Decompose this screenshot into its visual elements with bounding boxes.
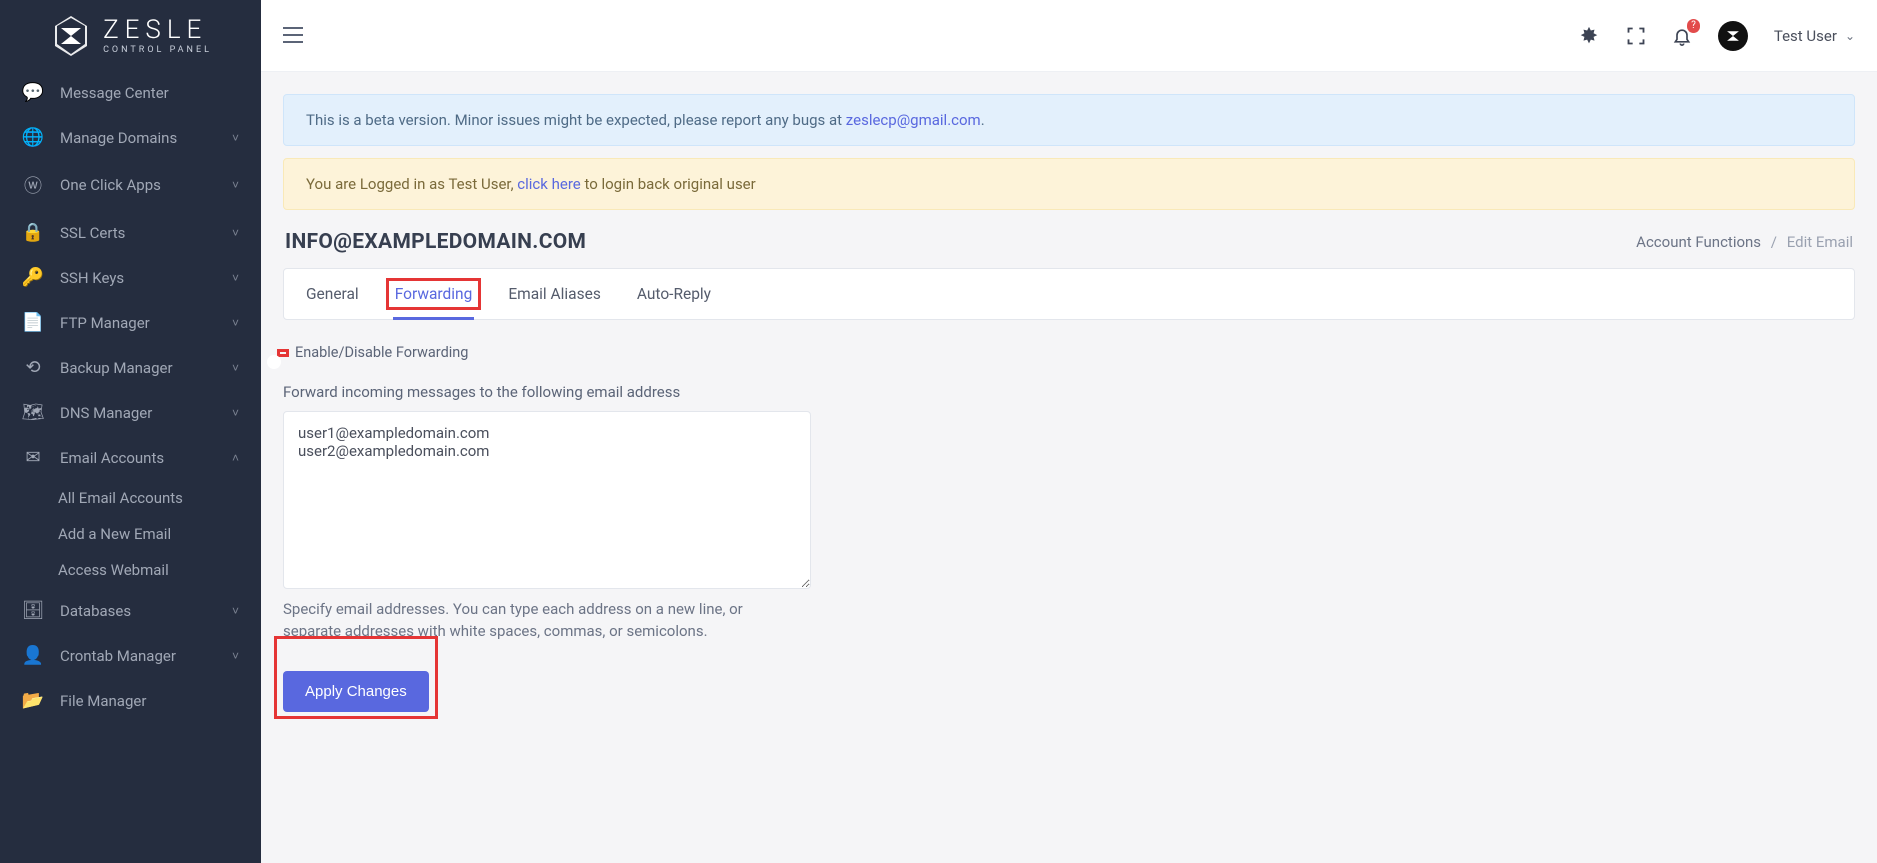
breadcrumb: Account Functions / Edit Email (1636, 233, 1853, 251)
tabs: General Forwarding Email Aliases Auto-Reply (283, 268, 1855, 320)
content: This is a beta version. Minor issues mig… (261, 72, 1877, 863)
sidebar-item-label: FTP Manager (60, 314, 216, 332)
mail-icon: ✉ (22, 447, 44, 468)
tab-general[interactable]: General (304, 269, 361, 319)
tab-email-aliases[interactable]: Email Aliases (506, 269, 603, 319)
sidebar-item-label: One Click Apps (60, 176, 216, 194)
main: ? Test User ⌄ This is a beta version. Mi… (261, 0, 1877, 863)
file-icon: 📄 (22, 312, 44, 333)
sidebar-item-databases[interactable]: 🗄 Databases ˅ (0, 588, 261, 633)
user-cog-icon: 👤 (22, 645, 44, 666)
topbar: ? Test User ⌄ (261, 0, 1877, 72)
apply-changes-button[interactable]: Apply Changes (283, 671, 429, 712)
help-text: Specify email addresses. You can type ea… (283, 599, 803, 643)
username-label[interactable]: Test User (1774, 27, 1837, 45)
alert-impersonation: You are Logged in as Test User, click he… (283, 158, 1855, 210)
sidebar-item-dns-manager[interactable]: 🗺 DNS Manager ˅ (0, 390, 261, 435)
folder-icon: 📂 (22, 690, 44, 711)
sidebar-item-label: Backup Manager (60, 359, 216, 377)
alert-text: . (981, 111, 985, 129)
breadcrumb-sep: / (1771, 233, 1777, 251)
sidebar-item-label: DNS Manager (60, 404, 216, 422)
fullscreen-icon[interactable] (1626, 26, 1646, 46)
brand-name: ZESLE (103, 15, 207, 45)
globe-icon: 🌐 (22, 127, 44, 148)
sidebar-item-crontab-manager[interactable]: 👤 Crontab Manager ˅ (0, 633, 261, 678)
page-title: INFO@EXAMPLEDOMAIN.COM (285, 230, 586, 254)
chevron-down-icon: ˅ (232, 226, 239, 240)
user-menu-chevron-icon[interactable]: ⌄ (1845, 29, 1855, 43)
database-icon: 🗄 (22, 600, 44, 621)
sidebar-item-message-center[interactable]: 💬 Message Center (0, 70, 261, 115)
sidebar-item-ssl-certs[interactable]: 🔒 SSL Certs ˅ (0, 210, 261, 255)
sidebar-item-backup-manager[interactable]: ⟲ Backup Manager ˅ (0, 345, 261, 390)
notification-badge: ? (1687, 19, 1700, 33)
alert-text: You are Logged in as Test User, (306, 175, 517, 193)
alert-link[interactable]: click here (517, 175, 580, 193)
tab-forwarding[interactable]: Forwarding (393, 269, 475, 319)
sidebar-item-label: SSH Keys (60, 269, 216, 287)
forward-textarea[interactable] (283, 411, 811, 589)
alert-link[interactable]: zeslecp@gmail.com (846, 111, 981, 129)
page-header: INFO@EXAMPLEDOMAIN.COM Account Functions… (285, 230, 1853, 254)
sidebar: ZESLE CONTROL PANEL 💬 Message Center 🌐 Mana… (0, 0, 261, 863)
lock-icon: 🔒 (22, 222, 44, 243)
wordpress-icon: ⓦ (22, 172, 44, 198)
chevron-down-icon: ˅ (232, 316, 239, 330)
sidebar-subitem-access-webmail[interactable]: Access Webmail (0, 552, 261, 588)
brand-logo[interactable]: ZESLE CONTROL PANEL (0, 4, 261, 70)
chevron-down-icon: ˅ (232, 131, 239, 145)
chevron-down-icon: ˅ (232, 271, 239, 285)
breadcrumb-current: Edit Email (1787, 233, 1853, 251)
sidebar-item-ftp-manager[interactable]: 📄 FTP Manager ˅ (0, 300, 261, 345)
brand-subtitle: CONTROL PANEL (103, 45, 212, 55)
sidebar-item-label: Email Accounts (60, 449, 216, 467)
highlight-box: Forwarding (395, 285, 473, 303)
key-icon: 🔑 (22, 267, 44, 288)
sidebar-item-label: SSL Certs (60, 224, 216, 242)
chevron-down-icon: ˅ (232, 649, 239, 663)
chat-icon: 💬 (22, 82, 44, 103)
sidebar-item-email-accounts[interactable]: ✉ Email Accounts ˄ (0, 435, 261, 480)
alert-text: This is a beta version. Minor issues mig… (306, 111, 846, 129)
alert-beta: This is a beta version. Minor issues mig… (283, 94, 1855, 146)
chevron-down-icon: ˅ (232, 361, 239, 375)
chevron-up-icon: ˄ (232, 451, 239, 465)
alert-text: to login back original user (581, 175, 756, 193)
chevron-down-icon: ˅ (232, 178, 239, 192)
sidebar-item-label: Databases (60, 602, 216, 620)
toggle-label: Enable/Disable Forwarding (295, 344, 468, 361)
avatar[interactable] (1718, 21, 1748, 51)
sidebar-subitem-add-a-new-email[interactable]: Add a New Email (0, 516, 261, 552)
hamburger-icon[interactable] (283, 24, 303, 48)
bell-icon[interactable]: ? (1672, 25, 1692, 47)
sidebar-item-label: Manage Domains (60, 129, 216, 147)
breadcrumb-root[interactable]: Account Functions (1636, 233, 1761, 251)
sidebar-item-label: File Manager (60, 692, 239, 710)
sidebar-subitem-all-email-accounts[interactable]: All Email Accounts (0, 480, 261, 516)
chevron-down-icon: ˅ (232, 604, 239, 618)
tab-auto-reply[interactable]: Auto-Reply (635, 269, 713, 319)
sidebar-item-ssh-keys[interactable]: 🔑 SSH Keys ˅ (0, 255, 261, 300)
sidebar-item-manage-domains[interactable]: 🌐 Manage Domains ˅ (0, 115, 261, 160)
sitemap-icon: 🗺 (22, 402, 44, 423)
sidebar-item-label: Message Center (60, 84, 239, 102)
highlight-box: Apply Changes (283, 643, 429, 712)
leaf-icon[interactable] (1578, 25, 1600, 47)
sidebar-item-file-manager[interactable]: 📂 File Manager (0, 678, 261, 723)
logo-icon (49, 14, 93, 58)
toggle-row: Enable/Disable Forwarding (283, 344, 1855, 361)
history-icon: ⟲ (22, 357, 44, 378)
sidebar-item-one-click-apps[interactable]: ⓦ One Click Apps ˅ (0, 160, 261, 210)
chevron-down-icon: ˅ (232, 406, 239, 420)
topbar-actions: ? Test User ⌄ (1578, 21, 1855, 51)
forward-label: Forward incoming messages to the followi… (283, 383, 1855, 401)
sidebar-item-label: Crontab Manager (60, 647, 216, 665)
